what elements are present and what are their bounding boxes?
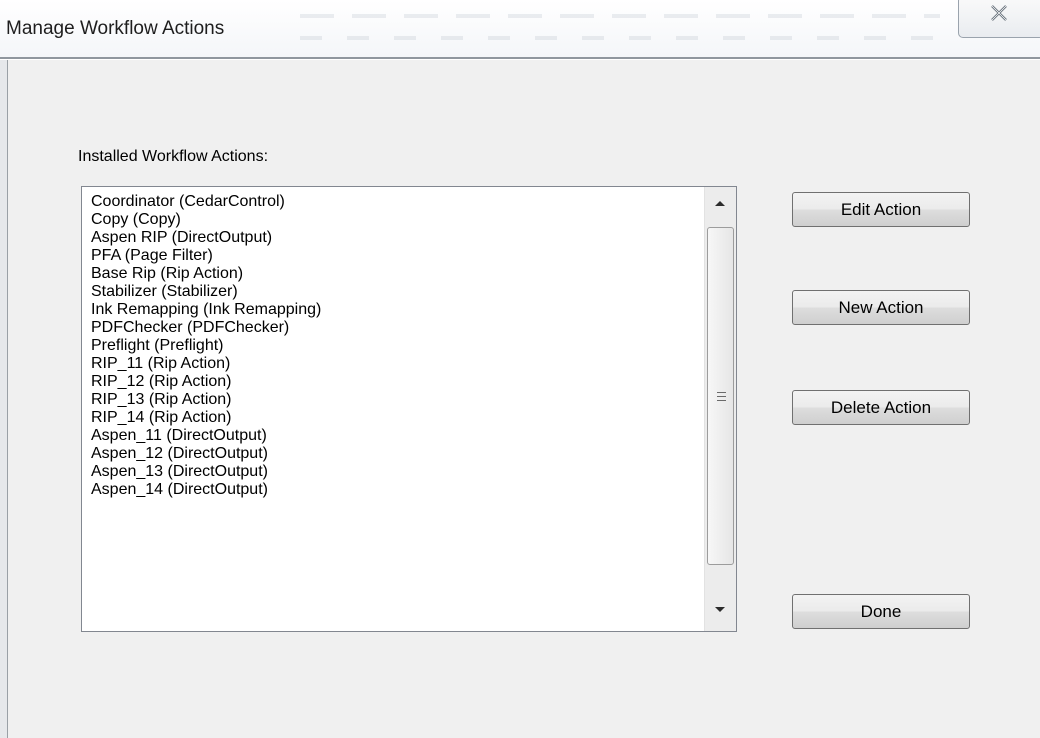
manage-workflow-actions-dialog: Manage Workflow Actions Installed Workfl… — [0, 0, 1040, 738]
window-left-border — [0, 60, 8, 738]
list-item[interactable]: RIP_11 (Rip Action) — [91, 355, 230, 373]
list-item[interactable]: Aspen_14 (DirectOutput) — [91, 481, 268, 499]
done-button[interactable]: Done — [792, 594, 970, 629]
title-bar-background-reflection — [300, 10, 940, 46]
installed-actions-listbox[interactable]: Coordinator (CedarControl) Copy (Copy) A… — [81, 186, 737, 632]
close-button[interactable] — [958, 0, 1040, 38]
list-item[interactable]: PDFChecker (PDFChecker) — [91, 319, 289, 337]
installed-actions-label: Installed Workflow Actions: — [78, 148, 269, 165]
list-item[interactable]: PFA (Page Filter) — [91, 247, 213, 265]
list-item[interactable]: Ink Remapping (Ink Remapping) — [91, 301, 321, 319]
new-action-button[interactable]: New Action — [792, 290, 970, 325]
title-bar[interactable]: Manage Workflow Actions — [0, 0, 1040, 57]
thumb-grip-icon — [717, 392, 726, 401]
scroll-thumb[interactable] — [707, 227, 734, 565]
close-x-icon — [991, 5, 1007, 21]
list-item[interactable]: Copy (Copy) — [91, 211, 181, 229]
scroll-up-arrow-icon[interactable] — [715, 201, 725, 206]
installed-actions-list-items: Coordinator (CedarControl) Copy (Copy) A… — [82, 187, 704, 631]
scroll-down-arrow-icon[interactable] — [715, 607, 725, 612]
list-item[interactable]: Aspen_11 (DirectOutput) — [91, 427, 267, 445]
list-item[interactable]: Aspen_13 (DirectOutput) — [91, 463, 268, 481]
delete-action-button[interactable]: Delete Action — [792, 390, 970, 425]
list-item[interactable]: Base Rip (Rip Action) — [91, 265, 243, 283]
list-item[interactable]: Preflight (Preflight) — [91, 337, 224, 355]
list-item[interactable]: RIP_12 (Rip Action) — [91, 373, 232, 391]
list-vertical-scrollbar[interactable] — [704, 187, 736, 631]
list-item[interactable]: Coordinator (CedarControl) — [91, 193, 285, 211]
window-title: Manage Workflow Actions — [6, 18, 225, 39]
list-item[interactable]: Aspen_12 (DirectOutput) — [91, 445, 268, 463]
list-item[interactable]: RIP_13 (Rip Action) — [91, 391, 232, 409]
edit-action-button[interactable]: Edit Action — [792, 192, 970, 227]
list-item[interactable]: Stabilizer (Stabilizer) — [91, 283, 238, 301]
list-item[interactable]: Aspen RIP (DirectOutput) — [91, 229, 272, 247]
list-item[interactable]: RIP_14 (Rip Action) — [91, 409, 232, 427]
title-bar-divider — [0, 57, 1040, 59]
